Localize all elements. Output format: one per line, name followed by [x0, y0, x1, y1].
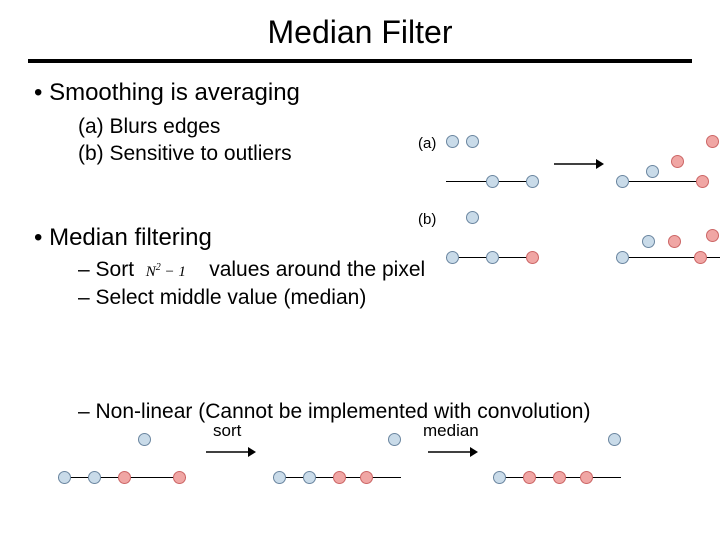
dot-blue [88, 471, 101, 484]
diagram-sort-median: sort median [58, 441, 698, 501]
dash-select-middle: Select middle value (median) [78, 284, 692, 312]
dot-blue [526, 175, 539, 188]
label-sort: sort [213, 421, 241, 441]
dot-red [553, 471, 566, 484]
dot-blue [646, 165, 659, 178]
dot-red [694, 251, 707, 264]
line [616, 181, 708, 182]
dot-blue [446, 251, 459, 264]
label-median: median [423, 421, 479, 441]
dot-red [118, 471, 131, 484]
slide-title: Median Filter [28, 14, 692, 51]
bullet-smoothing: Smoothing is averaging [34, 79, 692, 107]
dot-red [580, 471, 593, 484]
dot-red [668, 235, 681, 248]
dash-sort-pre: Sort [96, 258, 135, 281]
dot-blue [616, 175, 629, 188]
dash-sort-post: values around the pixel [209, 258, 425, 281]
dot-red [173, 471, 186, 484]
arrow-icon [554, 157, 604, 171]
arrow-icon [428, 445, 478, 459]
dot-blue [466, 211, 479, 224]
label-b: (b) [418, 211, 436, 228]
diagram-b: (b) [446, 211, 720, 273]
dot-blue [466, 135, 479, 148]
dot-red [526, 251, 539, 264]
dot-blue [493, 471, 506, 484]
slide-body: Smoothing is averaging (a) Blurs edges (… [28, 79, 692, 427]
dot-blue [138, 433, 151, 446]
arrow-icon [206, 445, 256, 459]
title-rule [28, 59, 692, 63]
dot-red [706, 135, 719, 148]
dot-red [696, 175, 709, 188]
dot-blue [486, 251, 499, 264]
dot-blue [273, 471, 286, 484]
dot-red [523, 471, 536, 484]
dot-blue [446, 135, 459, 148]
dash-nonlinear: Non-linear (Cannot be implemented with c… [78, 398, 692, 426]
dot-red [706, 229, 719, 242]
dot-blue [642, 235, 655, 248]
dot-blue [608, 433, 621, 446]
formula-n2-1: N2 − 1 [146, 264, 186, 280]
dot-blue [486, 175, 499, 188]
dot-blue [303, 471, 316, 484]
label-a: (a) [418, 135, 436, 152]
diagram-a: (a) [446, 135, 720, 197]
dot-blue [616, 251, 629, 264]
dot-blue [58, 471, 71, 484]
dot-red [671, 155, 684, 168]
dot-red [360, 471, 373, 484]
dot-red [333, 471, 346, 484]
dot-blue [388, 433, 401, 446]
